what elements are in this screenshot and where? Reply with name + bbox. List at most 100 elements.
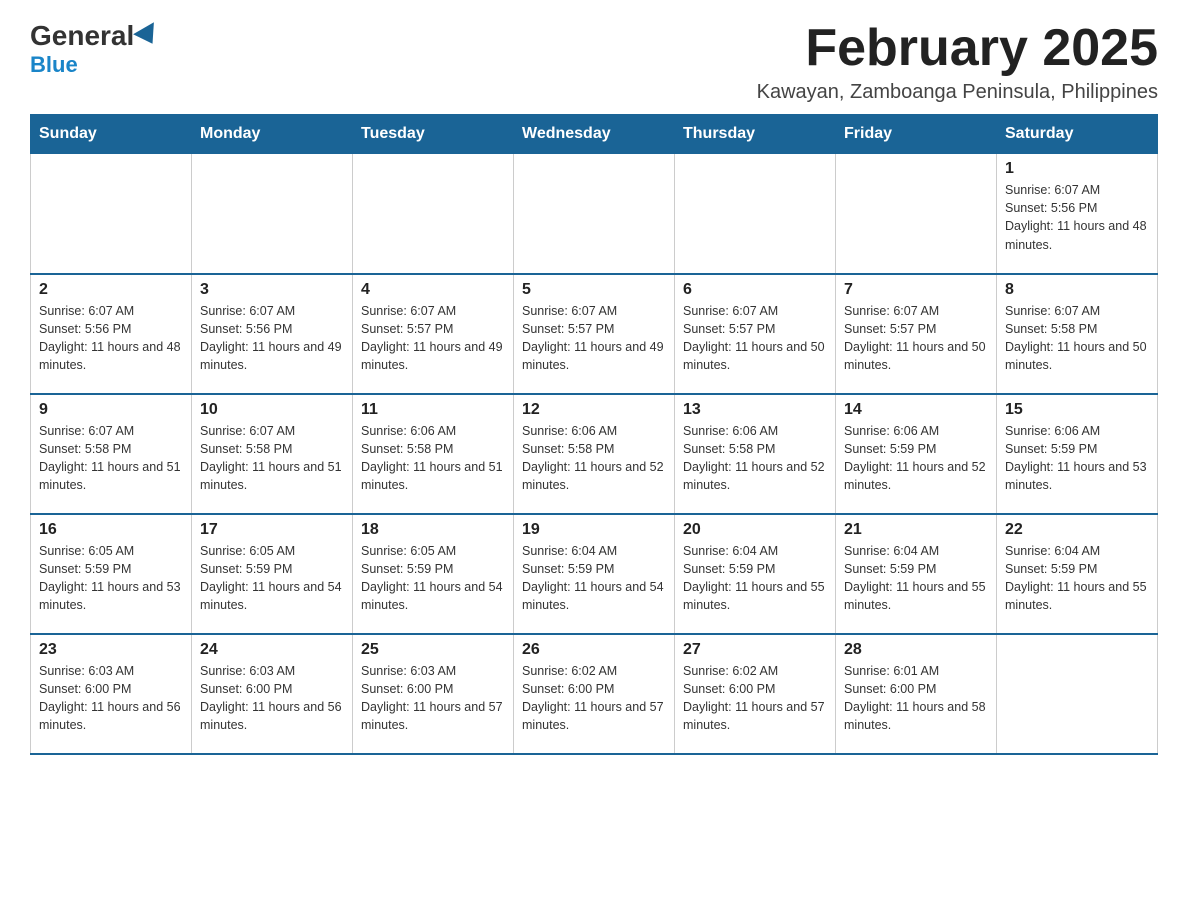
logo-general: General — [30, 20, 134, 52]
logo: General Blue — [30, 20, 162, 78]
calendar-cell: 13 Sunrise: 6:06 AM Sunset: 5:58 PM Dayli… — [675, 394, 836, 514]
day-info: Sunrise: 6:03 AM Sunset: 6:00 PM Dayligh… — [361, 662, 505, 735]
day-number: 19 — [522, 521, 666, 539]
calendar-cell — [192, 154, 353, 274]
day-number: 17 — [200, 521, 344, 539]
header-day-saturday: Saturday — [997, 115, 1158, 154]
calendar-cell: 8 Sunrise: 6:07 AM Sunset: 5:58 PM Daylig… — [997, 274, 1158, 394]
week-row-4: 16 Sunrise: 6:05 AM Sunset: 5:59 PM Dayli… — [31, 514, 1158, 634]
day-number: 7 — [844, 281, 988, 299]
calendar-cell — [836, 154, 997, 274]
day-number: 25 — [361, 641, 505, 659]
calendar-cell — [514, 154, 675, 274]
calendar-cell: 18 Sunrise: 6:05 AM Sunset: 5:59 PM Dayli… — [353, 514, 514, 634]
calendar-cell: 20 Sunrise: 6:04 AM Sunset: 5:59 PM Dayli… — [675, 514, 836, 634]
day-number: 16 — [39, 521, 183, 539]
header-day-sunday: Sunday — [31, 115, 192, 154]
calendar: SundayMondayTuesdayWednesdayThursdayFrid… — [30, 114, 1158, 755]
logo-blue: Blue — [30, 52, 78, 77]
week-row-2: 2 Sunrise: 6:07 AM Sunset: 5:56 PM Daylig… — [31, 274, 1158, 394]
week-row-1: 1Sunrise: 6:07 AM Sunset: 5:56 PM Daylig… — [31, 154, 1158, 274]
calendar-cell: 6 Sunrise: 6:07 AM Sunset: 5:57 PM Daylig… — [675, 274, 836, 394]
calendar-cell — [997, 634, 1158, 754]
header-day-tuesday: Tuesday — [353, 115, 514, 154]
day-number: 8 — [1005, 281, 1149, 299]
day-info: Sunrise: 6:01 AM Sunset: 6:00 PM Dayligh… — [844, 662, 988, 735]
day-info: Sunrise: 6:07 AM Sunset: 5:58 PM Dayligh… — [39, 422, 183, 495]
day-number: 12 — [522, 401, 666, 419]
day-number: 11 — [361, 401, 505, 419]
calendar-cell: 15 Sunrise: 6:06 AM Sunset: 5:59 PM Dayli… — [997, 394, 1158, 514]
calendar-cell — [31, 154, 192, 274]
calendar-cell: 3Sunrise: 6:07 AM Sunset: 5:56 PM Daylig… — [192, 274, 353, 394]
calendar-cell: 16 Sunrise: 6:05 AM Sunset: 5:59 PM Dayli… — [31, 514, 192, 634]
day-info: Sunrise: 6:04 AM Sunset: 5:59 PM Dayligh… — [522, 542, 666, 615]
header-row: SundayMondayTuesdayWednesdayThursdayFrid… — [31, 115, 1158, 154]
day-info: Sunrise: 6:07 AM Sunset: 5:57 PM Dayligh… — [522, 302, 666, 375]
calendar-cell: 24 Sunrise: 6:03 AM Sunset: 6:00 PM Dayli… — [192, 634, 353, 754]
calendar-cell: 27Sunrise: 6:02 AM Sunset: 6:00 PM Dayli… — [675, 634, 836, 754]
page-header: General Blue February 2025 Kawayan, Zamb… — [30, 20, 1158, 104]
month-title: February 2025 — [757, 20, 1158, 77]
day-info: Sunrise: 6:06 AM Sunset: 5:58 PM Dayligh… — [683, 422, 827, 495]
day-number: 26 — [522, 641, 666, 659]
title-section: February 2025 Kawayan, Zamboanga Peninsu… — [757, 20, 1158, 104]
calendar-cell — [353, 154, 514, 274]
day-info: Sunrise: 6:04 AM Sunset: 5:59 PM Dayligh… — [683, 542, 827, 615]
day-info: Sunrise: 6:04 AM Sunset: 5:59 PM Dayligh… — [1005, 542, 1149, 615]
day-info: Sunrise: 6:03 AM Sunset: 6:00 PM Dayligh… — [39, 662, 183, 735]
week-row-3: 9 Sunrise: 6:07 AM Sunset: 5:58 PM Daylig… — [31, 394, 1158, 514]
calendar-cell: 28 Sunrise: 6:01 AM Sunset: 6:00 PM Dayli… — [836, 634, 997, 754]
calendar-cell: 14Sunrise: 6:06 AM Sunset: 5:59 PM Dayli… — [836, 394, 997, 514]
day-number: 4 — [361, 281, 505, 299]
day-number: 5 — [522, 281, 666, 299]
day-number: 18 — [361, 521, 505, 539]
day-info: Sunrise: 6:07 AM Sunset: 5:57 PM Dayligh… — [361, 302, 505, 375]
day-info: Sunrise: 6:06 AM Sunset: 5:58 PM Dayligh… — [361, 422, 505, 495]
calendar-cell: 9 Sunrise: 6:07 AM Sunset: 5:58 PM Daylig… — [31, 394, 192, 514]
day-number: 28 — [844, 641, 988, 659]
calendar-body: 1 Sunrise: 6:07 AM Sunset: 5:56 PM Daylig… — [31, 154, 1158, 754]
day-info: Sunrise: 6:03 AM Sunset: 6:00 PM Dayligh… — [200, 662, 344, 735]
day-info: Sunrise: 6:05 AM Sunset: 5:59 PM Dayligh… — [361, 542, 505, 615]
calendar-cell: 26Sunrise: 6:02 AM Sunset: 6:00 PM Dayli… — [514, 634, 675, 754]
day-number: 27 — [683, 641, 827, 659]
calendar-cell: 7Sunrise: 6:07 AM Sunset: 5:57 PM Daylig… — [836, 274, 997, 394]
day-number: 2 — [39, 281, 183, 299]
calendar-cell: 21Sunrise: 6:04 AM Sunset: 5:59 PM Dayli… — [836, 514, 997, 634]
day-number: 13 — [683, 401, 827, 419]
calendar-cell: 2 Sunrise: 6:07 AM Sunset: 5:56 PM Daylig… — [31, 274, 192, 394]
day-number: 23 — [39, 641, 183, 659]
day-number: 15 — [1005, 401, 1149, 419]
header-day-friday: Friday — [836, 115, 997, 154]
day-number: 22 — [1005, 521, 1149, 539]
day-info: Sunrise: 6:07 AM Sunset: 5:58 PM Dayligh… — [200, 422, 344, 495]
day-number: 20 — [683, 521, 827, 539]
header-day-wednesday: Wednesday — [514, 115, 675, 154]
day-info: Sunrise: 6:07 AM Sunset: 5:57 PM Dayligh… — [683, 302, 827, 375]
day-number: 14 — [844, 401, 988, 419]
day-number: 1 — [1005, 160, 1149, 178]
logo-blue-text: Blue — [30, 52, 78, 78]
calendar-cell: 11 Sunrise: 6:06 AM Sunset: 5:58 PM Dayli… — [353, 394, 514, 514]
calendar-header: SundayMondayTuesdayWednesdayThursdayFrid… — [31, 115, 1158, 154]
day-info: Sunrise: 6:07 AM Sunset: 5:56 PM Dayligh… — [39, 302, 183, 375]
day-info: Sunrise: 6:07 AM Sunset: 5:58 PM Dayligh… — [1005, 302, 1149, 375]
day-number: 9 — [39, 401, 183, 419]
day-info: Sunrise: 6:06 AM Sunset: 5:58 PM Dayligh… — [522, 422, 666, 495]
logo-arrow-icon — [133, 22, 163, 50]
calendar-cell: 4 Sunrise: 6:07 AM Sunset: 5:57 PM Daylig… — [353, 274, 514, 394]
day-info: Sunrise: 6:05 AM Sunset: 5:59 PM Dayligh… — [39, 542, 183, 615]
calendar-cell: 25 Sunrise: 6:03 AM Sunset: 6:00 PM Dayli… — [353, 634, 514, 754]
location: Kawayan, Zamboanga Peninsula, Philippine… — [757, 81, 1158, 104]
day-number: 3 — [200, 281, 344, 299]
calendar-cell: 23 Sunrise: 6:03 AM Sunset: 6:00 PM Dayli… — [31, 634, 192, 754]
calendar-cell: 19 Sunrise: 6:04 AM Sunset: 5:59 PM Dayli… — [514, 514, 675, 634]
calendar-cell: 10Sunrise: 6:07 AM Sunset: 5:58 PM Dayli… — [192, 394, 353, 514]
day-info: Sunrise: 6:06 AM Sunset: 5:59 PM Dayligh… — [1005, 422, 1149, 495]
day-number: 6 — [683, 281, 827, 299]
day-number: 24 — [200, 641, 344, 659]
week-row-5: 23 Sunrise: 6:03 AM Sunset: 6:00 PM Dayli… — [31, 634, 1158, 754]
calendar-cell: 5 Sunrise: 6:07 AM Sunset: 5:57 PM Daylig… — [514, 274, 675, 394]
header-day-thursday: Thursday — [675, 115, 836, 154]
